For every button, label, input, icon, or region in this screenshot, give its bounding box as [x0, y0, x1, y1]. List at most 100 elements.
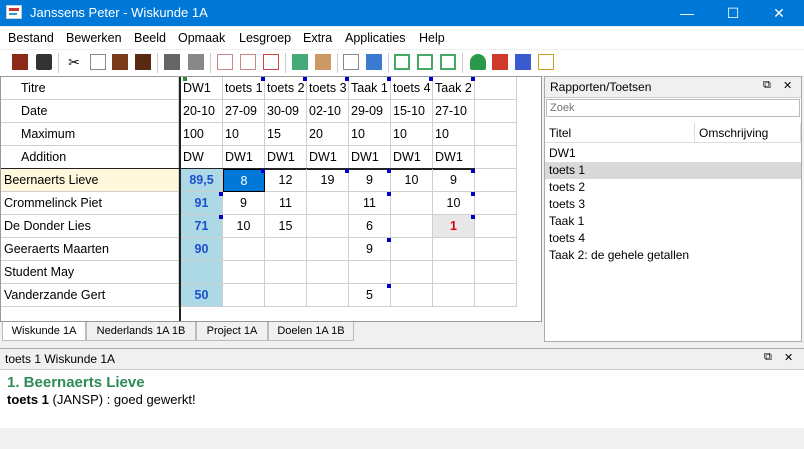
score-cell[interactable]	[475, 192, 517, 215]
network-icon[interactable]	[515, 54, 531, 70]
maximize-button[interactable]: ☐	[710, 0, 756, 26]
tab-doelen-1a-1b[interactable]: Doelen 1A 1B	[268, 322, 354, 341]
total-cell[interactable]: 50	[181, 284, 223, 307]
score-cell[interactable]	[223, 284, 265, 307]
report-list-item[interactable]: toets 3	[545, 196, 801, 213]
header-cell[interactable]: Taak 1	[349, 77, 391, 100]
window-bottom-icon[interactable]	[440, 54, 456, 70]
edit-test-icon[interactable]	[240, 54, 256, 70]
print-preview-icon[interactable]	[188, 54, 204, 70]
student-icon[interactable]	[366, 54, 382, 70]
report-list-item[interactable]: Taak 2: de gehele getallen	[545, 247, 801, 264]
close-button[interactable]: ✕	[756, 0, 802, 26]
paste-icon[interactable]	[112, 54, 128, 70]
score-cell[interactable]	[475, 215, 517, 238]
new-test-icon[interactable]	[217, 54, 233, 70]
total-cell[interactable]: 90	[181, 238, 223, 261]
score-cell[interactable]: 11	[349, 192, 391, 215]
score-cell[interactable]: 9	[349, 238, 391, 261]
score-cell[interactable]	[475, 238, 517, 261]
header-cell[interactable]: 02-10	[307, 100, 349, 123]
menu-extra[interactable]: Extra	[303, 31, 332, 45]
header-cell[interactable]: 10	[349, 123, 391, 146]
student-name[interactable]: Student May	[1, 261, 179, 284]
header-cell[interactable]: 27-10	[433, 100, 475, 123]
score-cell[interactable]: 1	[433, 215, 475, 238]
report-list-item[interactable]: toets 4	[545, 230, 801, 247]
float-icon[interactable]: ⧉	[763, 79, 771, 92]
score-cell[interactable]	[307, 192, 349, 215]
total-cell[interactable]: 89,5	[181, 169, 223, 192]
column-header-titel[interactable]: Titel	[545, 123, 695, 143]
menu-bewerken[interactable]: Bewerken	[66, 31, 122, 45]
score-cell[interactable]	[265, 261, 307, 284]
score-cell[interactable]	[307, 261, 349, 284]
score-cell[interactable]: 10	[391, 169, 433, 192]
score-cell[interactable]: 19	[307, 169, 349, 192]
score-cell[interactable]: 10	[223, 215, 265, 238]
window-left-icon[interactable]	[394, 54, 410, 70]
save-icon[interactable]	[36, 54, 52, 70]
header-cell[interactable]	[475, 146, 517, 169]
header-cell[interactable]: 27-09	[223, 100, 265, 123]
cut-icon[interactable]: ✂	[66, 54, 82, 70]
exit-icon[interactable]	[12, 54, 28, 70]
report-list-item[interactable]: toets 2	[545, 179, 801, 196]
score-cell[interactable]	[433, 284, 475, 307]
score-cell[interactable]: 11	[265, 192, 307, 215]
score-cell[interactable]	[475, 169, 517, 192]
header-cell[interactable]: 10	[223, 123, 265, 146]
search-input[interactable]	[546, 99, 800, 117]
header-cell[interactable]: DW	[181, 146, 223, 169]
close-icon[interactable]: ✕	[783, 79, 792, 92]
score-cell[interactable]: 6	[349, 215, 391, 238]
score-cell[interactable]	[223, 261, 265, 284]
score-cell[interactable]	[391, 238, 433, 261]
tools-icon[interactable]	[315, 54, 331, 70]
score-cell[interactable]: 8	[223, 169, 265, 192]
score-cell[interactable]	[307, 215, 349, 238]
report-list-item[interactable]: DW1	[545, 145, 801, 162]
header-cell[interactable]: toets 3	[307, 77, 349, 100]
student-name[interactable]: Vanderzande Gert	[1, 284, 179, 307]
score-cell[interactable]	[307, 284, 349, 307]
header-cell[interactable]: toets 2	[265, 77, 307, 100]
column-header-omschrijving[interactable]: Omschrijving	[695, 123, 801, 143]
header-cell[interactable]: 20-10	[181, 100, 223, 123]
calculate-icon[interactable]	[292, 54, 308, 70]
header-cell[interactable]: 15	[265, 123, 307, 146]
score-cell[interactable]: 15	[265, 215, 307, 238]
tab-project-1a[interactable]: Project 1A	[196, 322, 268, 341]
header-cell[interactable]: 10	[391, 123, 433, 146]
header-cell[interactable]	[475, 123, 517, 146]
menu-bestand[interactable]: Bestand	[8, 31, 54, 45]
total-cell[interactable]: 91	[181, 192, 223, 215]
header-cell[interactable]: 29-09	[349, 100, 391, 123]
score-cell[interactable]	[475, 261, 517, 284]
score-cell[interactable]: 9	[433, 169, 475, 192]
float-icon[interactable]: ⧉	[764, 351, 772, 364]
header-cell[interactable]: 10	[433, 123, 475, 146]
tab-wiskunde-1a[interactable]: Wiskunde 1A	[2, 322, 86, 341]
header-cell[interactable]: 15-10	[391, 100, 433, 123]
score-cell[interactable]: 12	[265, 169, 307, 192]
close-icon[interactable]: ✕	[784, 351, 793, 364]
score-cell[interactable]: 9	[349, 169, 391, 192]
total-cell[interactable]: 71	[181, 215, 223, 238]
header-cell[interactable]: 20	[307, 123, 349, 146]
header-cell[interactable]: DW1	[307, 146, 349, 169]
header-cell[interactable]: toets 1	[223, 77, 265, 100]
score-cell[interactable]: 10	[433, 192, 475, 215]
menu-beeld[interactable]: Beeld	[134, 31, 166, 45]
header-cell[interactable]: 100	[181, 123, 223, 146]
score-cell[interactable]	[307, 238, 349, 261]
header-cell[interactable]: DW1	[265, 146, 307, 169]
header-cell[interactable]	[475, 100, 517, 123]
person-icon[interactable]	[470, 54, 486, 70]
header-cell[interactable]: DW1	[391, 146, 433, 169]
score-cell[interactable]	[223, 238, 265, 261]
score-cell[interactable]: 9	[223, 192, 265, 215]
score-cell[interactable]: 5	[349, 284, 391, 307]
score-cell[interactable]	[391, 215, 433, 238]
report-list-item[interactable]: Taak 1	[545, 213, 801, 230]
